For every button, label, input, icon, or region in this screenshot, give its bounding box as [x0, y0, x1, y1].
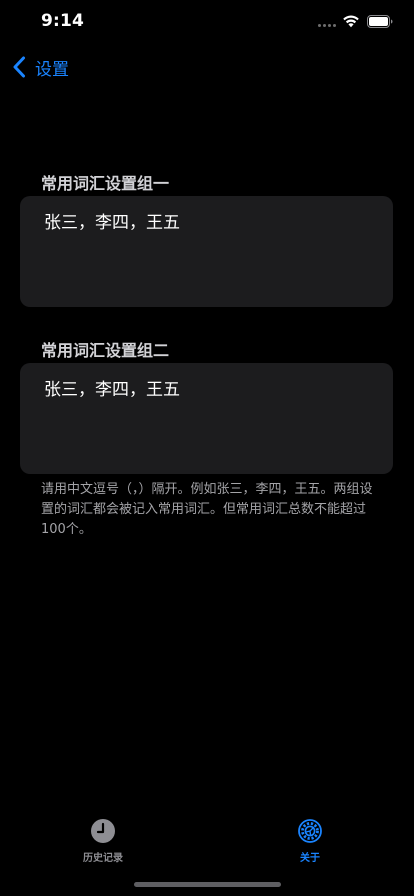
home-indicator — [134, 882, 281, 887]
tab-about[interactable]: 关于 — [250, 818, 370, 864]
tab-about-label: 关于 — [300, 853, 320, 864]
footer-note: 请用中文逗号（，）隔开。例如张三，李四，王五。两组设置的词汇都会被记入常用词汇。… — [41, 482, 373, 537]
group-one-header: 常用词汇设置组一 — [41, 174, 170, 193]
navigation-bar: 设置 — [0, 44, 414, 88]
tab-history-label: 历史记录 — [83, 853, 123, 864]
tab-history[interactable]: 历史记录 — [43, 818, 163, 864]
group-one-value: 张三，李四，王五 — [44, 213, 180, 233]
cellular-signal-icon — [318, 24, 336, 27]
wifi-icon — [343, 15, 359, 28]
clock-icon — [91, 819, 115, 843]
status-time: 9:14 — [41, 11, 85, 31]
back-button[interactable]: 设置 — [12, 52, 69, 82]
group-two-text-field[interactable]: 张三，李四，王五 — [20, 363, 393, 474]
gear-icon — [298, 819, 322, 843]
group-two-header: 常用词汇设置组二 — [41, 341, 170, 360]
group-one-text-field[interactable]: 张三，李四，王五 — [20, 196, 393, 307]
back-button-label: 设置 — [35, 59, 69, 80]
status-bar: 9:14 — [0, 0, 414, 44]
chevron-left-icon — [13, 56, 25, 78]
group-two-value: 张三，李四，王五 — [44, 380, 180, 400]
battery-icon — [367, 15, 393, 28]
